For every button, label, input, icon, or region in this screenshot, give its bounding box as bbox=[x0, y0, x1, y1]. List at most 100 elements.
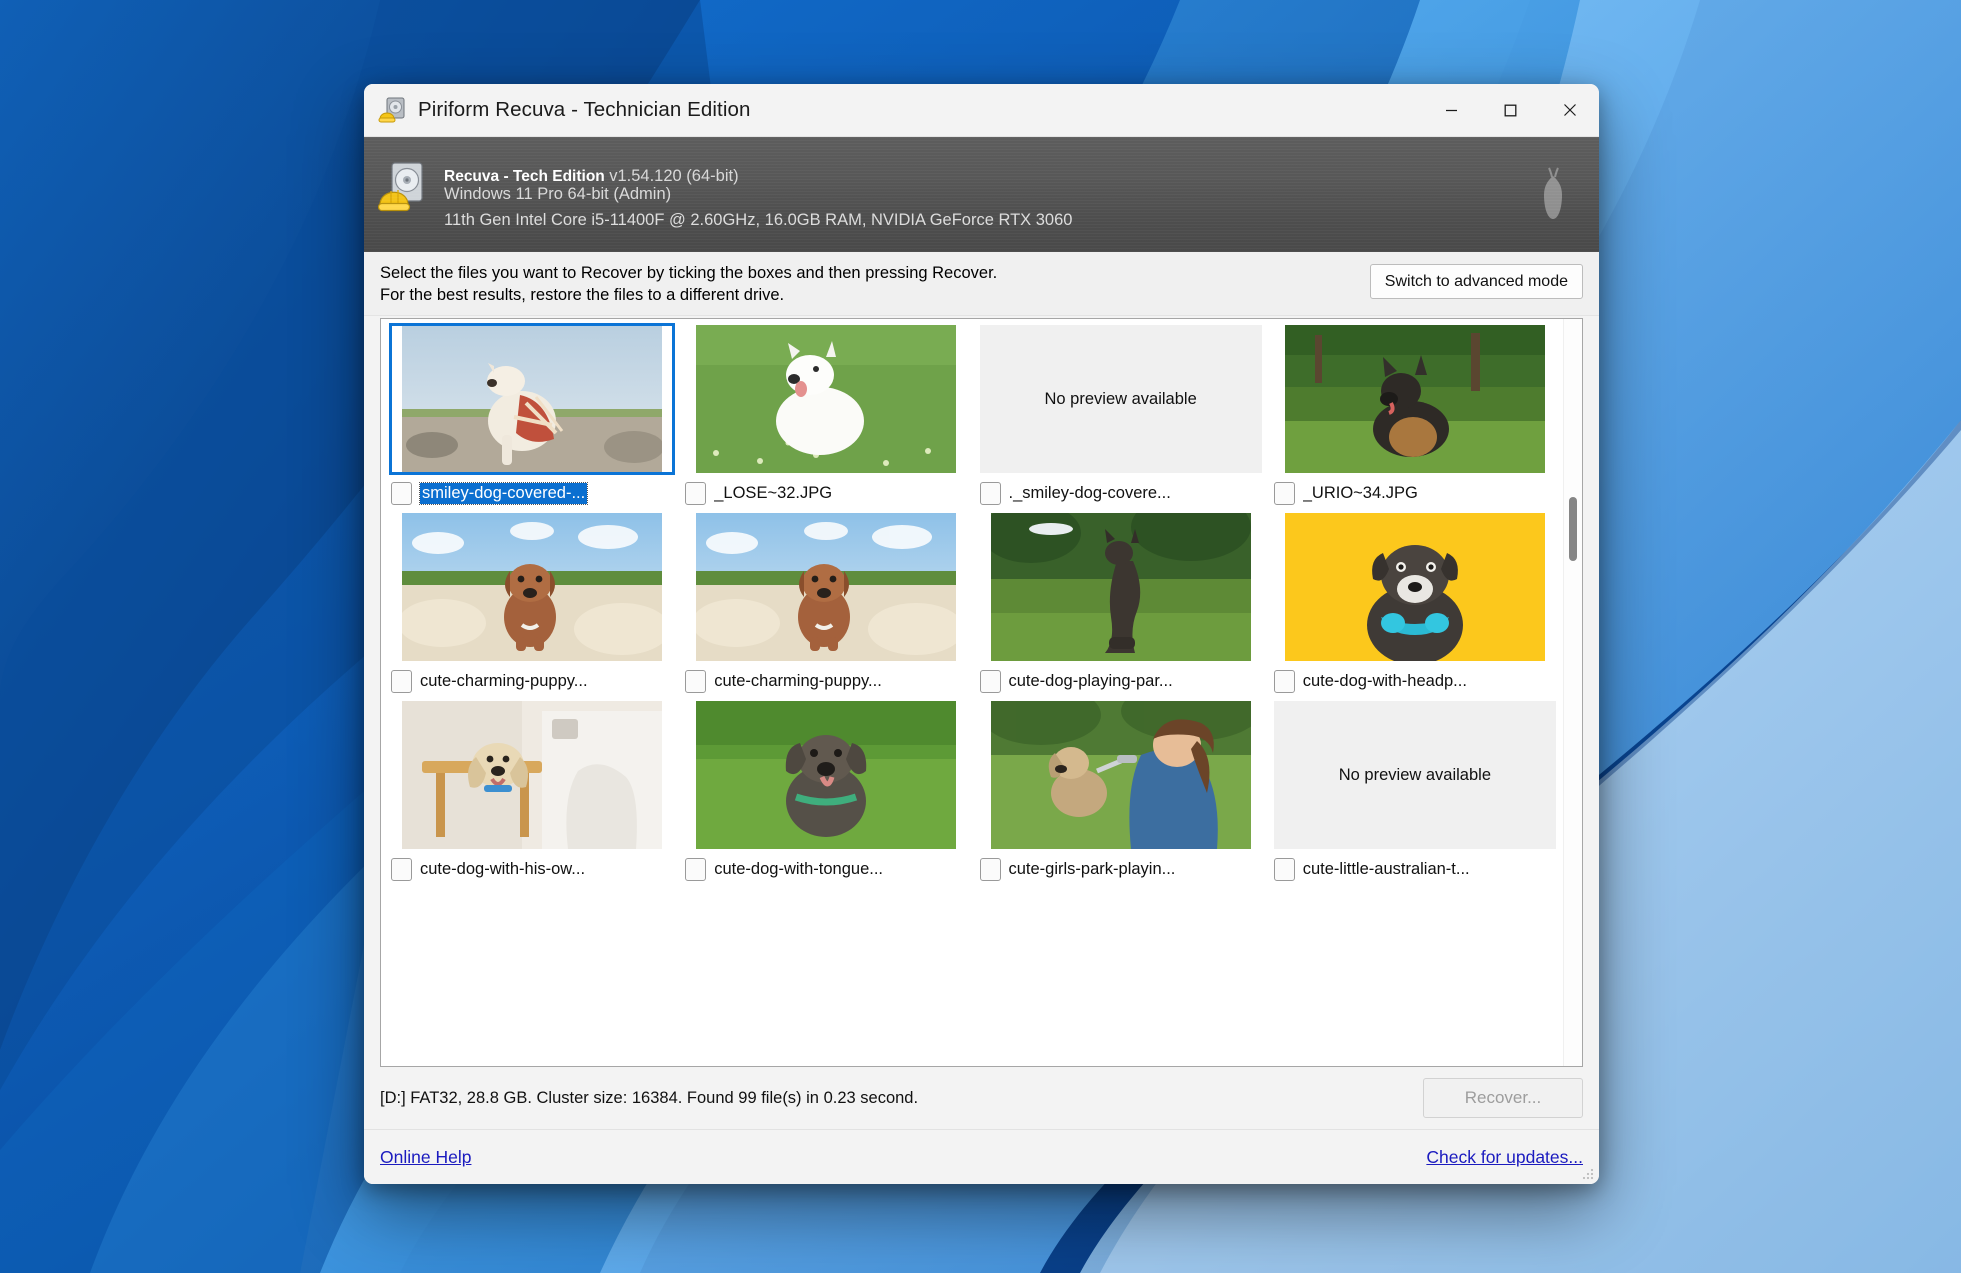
file-tile[interactable]: smiley-dog-covered-... bbox=[385, 323, 679, 511]
banner-product-name: Recuva - Tech Edition bbox=[444, 168, 605, 185]
window-titlebar[interactable]: Piriform Recuva - Technician Edition bbox=[364, 84, 1599, 137]
thumbnail-image bbox=[1284, 513, 1545, 661]
file-checkbox[interactable] bbox=[685, 857, 707, 881]
online-help-link[interactable]: Online Help bbox=[380, 1147, 471, 1168]
file-tile-footer: smiley-dog-covered-... bbox=[391, 476, 673, 510]
file-name-label[interactable]: cute-charming-puppy... bbox=[714, 672, 882, 691]
recuva-drive-hardhat-icon bbox=[378, 95, 408, 125]
file-tile-footer: cute-charming-puppy... bbox=[391, 664, 673, 698]
file-checkbox[interactable] bbox=[1273, 669, 1295, 693]
file-tile-footer: cute-dog-with-his-ow... bbox=[391, 852, 673, 886]
instructions-bar: Select the files you want to Recover by … bbox=[364, 252, 1599, 316]
file-tile[interactable]: cute-charming-puppy... bbox=[385, 511, 679, 699]
file-name-label[interactable]: _URIO~34.JPG bbox=[1303, 484, 1418, 503]
file-checkbox[interactable] bbox=[391, 481, 412, 505]
file-name-label[interactable]: smiley-dog-covered-... bbox=[418, 481, 589, 505]
file-checkbox[interactable] bbox=[979, 481, 1001, 505]
file-thumbnail[interactable] bbox=[391, 513, 673, 661]
minimize-icon[interactable] bbox=[1422, 85, 1481, 136]
file-name-label[interactable]: cute-dog-with-headp... bbox=[1303, 672, 1467, 691]
file-thumbnail[interactable] bbox=[685, 513, 967, 661]
file-tile-footer: cute-dog-playing-par... bbox=[979, 664, 1262, 698]
file-checkbox[interactable] bbox=[685, 481, 707, 505]
file-tile[interactable]: No preview available cute-little-australi… bbox=[1268, 699, 1562, 887]
file-tile-footer: cute-little-australian-t... bbox=[1273, 852, 1556, 886]
banner-os: Windows 11 Pro 64-bit (Admin) bbox=[444, 185, 672, 203]
file-checkbox[interactable] bbox=[391, 857, 412, 881]
file-name-label[interactable]: cute-dog-with-tongue... bbox=[714, 860, 883, 879]
file-checkbox[interactable] bbox=[1273, 481, 1295, 505]
instructions-text: Select the files you want to Recover by … bbox=[380, 263, 998, 304]
thumbnail-image bbox=[696, 325, 957, 473]
file-checkbox[interactable] bbox=[979, 669, 1001, 693]
file-checkbox[interactable] bbox=[1273, 857, 1295, 881]
check-for-updates-link[interactable]: Check for updates... bbox=[1426, 1147, 1583, 1168]
file-thumbnail[interactable] bbox=[980, 701, 1262, 849]
thumbnail-image bbox=[402, 701, 663, 849]
file-name-label[interactable]: cute-girls-park-playin... bbox=[1009, 860, 1176, 879]
file-list-scrollbar-thumb[interactable] bbox=[1569, 497, 1577, 561]
no-preview-placeholder: No preview available bbox=[1273, 701, 1556, 849]
recover-button[interactable]: Recover... bbox=[1423, 1078, 1583, 1118]
file-tile[interactable]: cute-dog-playing-par... bbox=[974, 511, 1268, 699]
file-thumbnail[interactable] bbox=[388, 323, 676, 475]
file-tile[interactable]: cute-girls-park-playin... bbox=[974, 699, 1268, 887]
switch-to-advanced-mode-button[interactable]: Switch to advanced mode bbox=[1369, 264, 1583, 299]
thumbnail-image bbox=[402, 325, 663, 473]
window-title: Piriform Recuva - Technician Edition bbox=[418, 98, 751, 121]
file-tile-footer: cute-charming-puppy... bbox=[685, 664, 967, 698]
file-thumbnail[interactable]: No preview available bbox=[979, 325, 1262, 473]
file-thumbnail[interactable] bbox=[391, 701, 673, 849]
file-tile-footer: cute-girls-park-playin... bbox=[979, 852, 1262, 886]
close-icon[interactable] bbox=[1540, 85, 1599, 136]
no-preview-placeholder: No preview available bbox=[979, 325, 1262, 473]
file-tile[interactable]: cute-dog-with-his-ow... bbox=[385, 699, 679, 887]
resize-grip-icon[interactable] bbox=[1581, 1167, 1595, 1181]
file-results-list[interactable]: smiley-dog-covered-... _LOSE~32.JPG No pr… bbox=[380, 318, 1583, 1067]
thumbnail-image bbox=[990, 701, 1251, 849]
file-tile[interactable]: cute-charming-puppy... bbox=[679, 511, 973, 699]
file-thumbnail[interactable] bbox=[685, 701, 967, 849]
file-tile-footer: cute-dog-with-headp... bbox=[1273, 664, 1556, 698]
thumbnail-image bbox=[696, 513, 957, 661]
file-tile-footer: cute-dog-with-tongue... bbox=[685, 852, 967, 886]
thumbnail-image bbox=[1284, 325, 1545, 473]
banner-text: Recuva - Tech Edition v1.54.120 (64-bit)… bbox=[444, 167, 1072, 231]
file-thumbnail[interactable] bbox=[1274, 513, 1556, 661]
file-checkbox[interactable] bbox=[979, 857, 1001, 881]
file-list-scrollbar[interactable] bbox=[1563, 319, 1582, 1066]
banner-hardware: 11th Gen Intel Core i5-11400F @ 2.60GHz,… bbox=[444, 211, 1073, 229]
file-name-label[interactable]: ._smiley-dog-covere... bbox=[1009, 484, 1171, 503]
file-tile-footer: _URIO~34.JPG bbox=[1273, 476, 1556, 510]
file-tile-footer: _LOSE~32.JPG bbox=[685, 476, 967, 510]
file-thumbnail[interactable] bbox=[1274, 325, 1556, 473]
app-banner: Recuva - Tech Edition v1.54.120 (64-bit)… bbox=[364, 137, 1599, 252]
file-name-label[interactable]: cute-charming-puppy... bbox=[420, 672, 588, 691]
file-tile[interactable]: _URIO~34.JPG bbox=[1268, 323, 1562, 511]
banner-version: v1.54.120 (64-bit) bbox=[609, 167, 739, 185]
recuva-window: Piriform Recuva - Technician Edition Rec… bbox=[364, 84, 1599, 1184]
thumbnail-image bbox=[990, 513, 1251, 661]
file-name-label[interactable]: cute-little-australian-t... bbox=[1303, 860, 1470, 879]
file-tile[interactable]: _LOSE~32.JPG bbox=[679, 323, 973, 511]
file-thumbnail-grid: smiley-dog-covered-... _LOSE~32.JPG No pr… bbox=[381, 319, 1564, 1066]
file-thumbnail[interactable]: No preview available bbox=[1273, 701, 1556, 849]
file-name-label[interactable]: cute-dog-with-his-ow... bbox=[420, 860, 585, 879]
scan-status-text: [D:] FAT32, 28.8 GB. Cluster size: 16384… bbox=[380, 1088, 919, 1107]
file-name-label[interactable]: _LOSE~32.JPG bbox=[714, 484, 832, 503]
file-tile-footer: ._smiley-dog-covere... bbox=[979, 476, 1262, 510]
file-tile[interactable]: cute-dog-with-headp... bbox=[1268, 511, 1562, 699]
thumbnail-image bbox=[402, 513, 663, 661]
window-footer: Online Help Check for updates... bbox=[364, 1129, 1599, 1184]
file-checkbox[interactable] bbox=[391, 669, 412, 693]
file-name-label[interactable]: cute-dog-playing-par... bbox=[1009, 672, 1173, 691]
file-checkbox[interactable] bbox=[685, 669, 707, 693]
file-tile[interactable]: cute-dog-with-tongue... bbox=[679, 699, 973, 887]
recuva-logo-icon bbox=[377, 161, 430, 216]
status-bar: [D:] FAT32, 28.8 GB. Cluster size: 16384… bbox=[364, 1067, 1599, 1129]
file-thumbnail[interactable] bbox=[685, 325, 967, 473]
file-tile[interactable]: No preview available ._smiley-dog-covere.… bbox=[974, 323, 1268, 511]
maximize-icon[interactable] bbox=[1481, 85, 1540, 136]
file-thumbnail[interactable] bbox=[980, 513, 1262, 661]
thumbnail-image bbox=[696, 701, 957, 849]
